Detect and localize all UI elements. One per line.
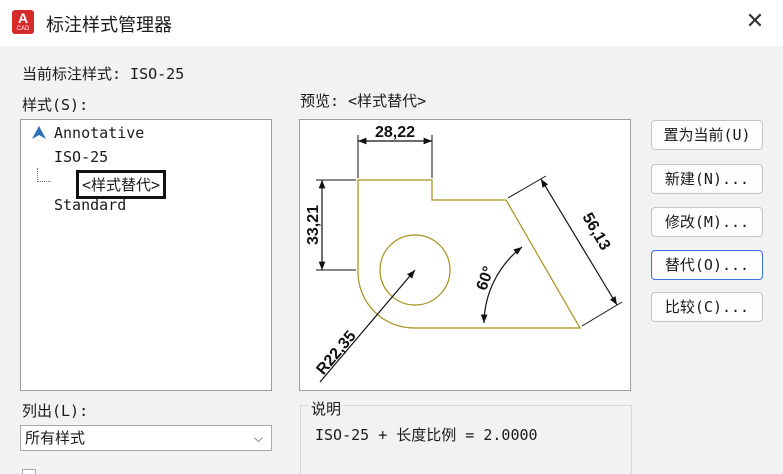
- part-outline: [357, 179, 582, 329]
- styles-label: 样式(S):: [22, 96, 89, 114]
- list-out-label: 列出(L):: [22, 402, 89, 420]
- new-button[interactable]: 新建(N)...: [651, 164, 763, 194]
- dim-text-left: 33,21: [305, 205, 322, 245]
- dim-text-radius: R22,35: [313, 328, 359, 379]
- autocad-logo-icon: A CAD: [12, 10, 34, 34]
- style-item-iso-25[interactable]: ISO-25: [54, 148, 108, 166]
- dim-line: [581, 301, 623, 327]
- exclude-xref-checkbox-row[interactable]: [20, 465, 280, 474]
- description-label: 说明: [309, 398, 344, 419]
- style-list[interactable]: Annotative ISO-25 <样式替代> Standard: [20, 119, 272, 391]
- preview-label: 预览: <样式替代>: [300, 92, 427, 110]
- dim-line: [507, 175, 547, 199]
- compare-button[interactable]: 比较(C)...: [651, 292, 763, 322]
- exclude-xref-checkbox[interactable]: [22, 469, 36, 474]
- modify-button[interactable]: 修改(M)...: [651, 207, 763, 237]
- window-title: 标注样式管理器: [46, 15, 172, 36]
- close-icon[interactable]: ✕: [741, 8, 769, 36]
- style-item-override[interactable]: <样式替代>: [76, 170, 167, 199]
- list-filter-value: 所有样式: [25, 429, 86, 447]
- chevron-down-icon: ⌵: [253, 431, 263, 445]
- list-filter-select[interactable]: 所有样式 ⌵: [20, 425, 272, 451]
- annotative-icon: [32, 126, 46, 139]
- title-bar: A CAD 标注样式管理器 ✕: [0, 0, 783, 46]
- current-style-label: 当前标注样式: ISO-25: [22, 65, 185, 83]
- dim-text-top: 28,22: [375, 124, 415, 141]
- dim-text-angle: 60°: [474, 264, 498, 293]
- set-current-button[interactable]: 置为当前(U): [651, 120, 763, 150]
- override-button[interactable]: 替代(O)...: [651, 250, 763, 280]
- preview-drawing: 28,22 33,21 56,13 60° R22,35: [305, 124, 623, 383]
- style-item-annotative[interactable]: Annotative: [54, 124, 144, 142]
- preview-panel: 28,22 33,21 56,13 60° R22,35: [299, 119, 631, 391]
- dim-text-right: 56,13: [579, 210, 614, 253]
- tree-connector: [37, 168, 51, 182]
- description-text: ISO-25 + 长度比例 = 2.0000: [315, 426, 538, 444]
- style-item-standard[interactable]: Standard: [54, 196, 126, 214]
- description-group: 说明 ISO-25 + 长度比例 = 2.0000: [300, 398, 632, 474]
